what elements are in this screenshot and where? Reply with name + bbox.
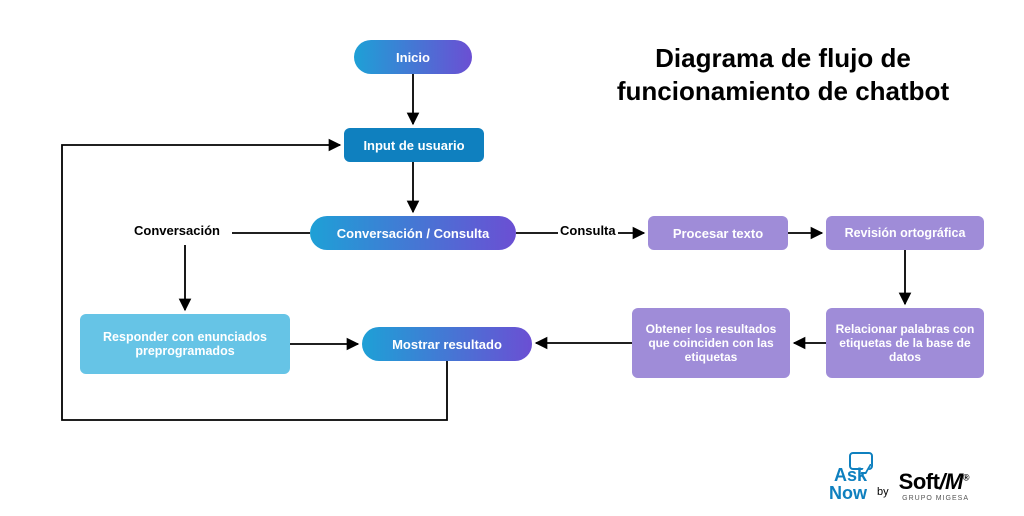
brand-grupo: GRUPO MIGESA (899, 495, 969, 502)
title-line-1: Diagrama de flujo de (655, 43, 911, 73)
node-relate-label: Relacionar palabras con etiquetas de la … (834, 322, 976, 364)
edge-label-conversacion: Conversación (134, 223, 220, 238)
node-respond-label: Responder con enunciados preprogramados (88, 330, 282, 358)
brand-softm-slash: /M (939, 469, 962, 494)
node-result: Mostrar resultado (362, 327, 532, 361)
node-process-label: Procesar texto (673, 226, 763, 241)
node-start: Inicio (354, 40, 472, 74)
node-match: Obtener los resultados que coinciden con… (632, 308, 790, 378)
brand-softm-reg: ® (963, 473, 969, 483)
node-result-label: Mostrar resultado (392, 337, 502, 352)
brand-by: by (877, 486, 889, 498)
edge-label-consulta: Consulta (560, 223, 616, 238)
softm-logo: Soft/M® GRUPO MIGESA (899, 469, 969, 502)
node-start-label: Inicio (396, 50, 430, 65)
node-decision-label: Conversación / Consulta (337, 226, 489, 241)
speech-bubble-icon (849, 452, 873, 470)
asknow-logo: Ask Now (829, 466, 867, 502)
title-line-2: funcionamiento de chatbot (617, 76, 949, 106)
node-respond: Responder con enunciados preprogramados (80, 314, 290, 374)
brand-now: Now (829, 484, 867, 502)
node-decision: Conversación / Consulta (310, 216, 516, 250)
flowchart-canvas: Diagrama de flujo de funcionamiento de c… (0, 0, 1024, 516)
node-match-label: Obtener los resultados que coinciden con… (640, 322, 782, 364)
node-input: Input de usuario (344, 128, 484, 162)
node-input-label: Input de usuario (363, 138, 464, 153)
brand-softm: Soft (899, 469, 940, 494)
node-spell-label: Revisión ortográfica (845, 226, 966, 240)
brand-block: Ask Now by Soft/M® GRUPO MIGESA (829, 466, 969, 502)
node-relate: Relacionar palabras con etiquetas de la … (826, 308, 984, 378)
diagram-title: Diagrama de flujo de funcionamiento de c… (593, 42, 973, 107)
node-spell: Revisión ortográfica (826, 216, 984, 250)
node-process: Procesar texto (648, 216, 788, 250)
